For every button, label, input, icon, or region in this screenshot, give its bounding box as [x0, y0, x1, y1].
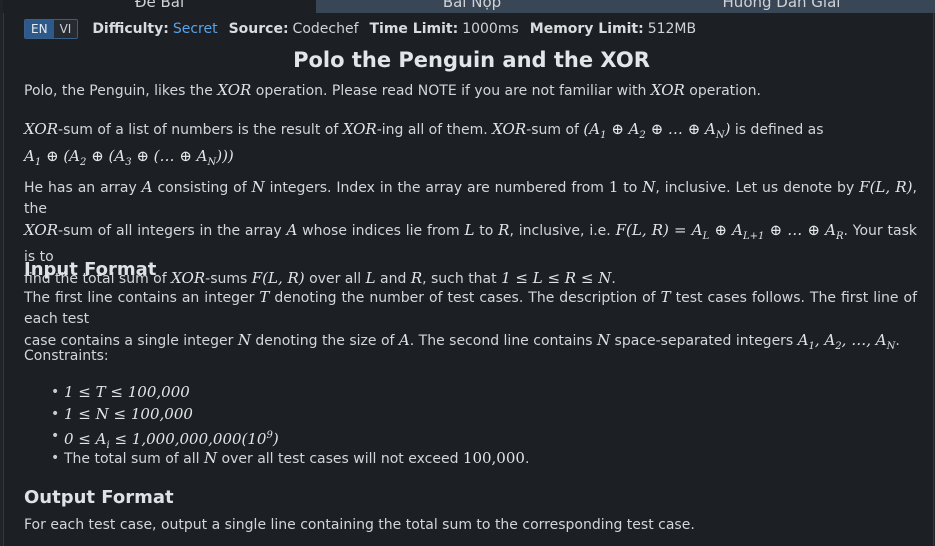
input-format-heading: Input Format [24, 259, 157, 280]
lang-vi-button[interactable]: VI [53, 20, 78, 38]
source-value: Codechef [292, 21, 359, 37]
tab-submissions[interactable]: Bài Nộp [316, 0, 628, 13]
output-format-paragraph: For each test case, output a single line… [24, 517, 695, 533]
intro-paragraph: Polo, the Penguin, likes the XOR operati… [24, 81, 761, 99]
source-label: Source: [228, 21, 289, 37]
constraint-item: 1 ≤ T ≤ 100,000 [51, 381, 529, 403]
constraints-label: Constraints: [24, 348, 109, 364]
difficulty-label: Difficulty: [92, 21, 169, 37]
memory-limit-label: Memory Limit: [529, 21, 644, 37]
problem-tabs: Đề Bài Bài Nộp Hướng Dẫn Giải [0, 0, 935, 13]
constraints-list: 1 ≤ T ≤ 100,000 1 ≤ N ≤ 100,000 0 ≤ Ai ≤… [24, 381, 529, 469]
language-switch: EN VI [24, 19, 79, 39]
problem-title: Polo the Penguin and the XOR [293, 48, 650, 72]
difficulty-value[interactable]: Secret [173, 21, 218, 37]
output-format-heading: Output Format [24, 487, 174, 508]
tab-editorial[interactable]: Hướng Dẫn Giải [628, 0, 935, 13]
xor-sum-definition: XOR-sum of a list of numbers is the resu… [24, 120, 824, 168]
problem-panel: EN VI Difficulty: Secret Source: Codeche… [3, 13, 934, 546]
array-paragraph: He has an array A consisting of N intege… [24, 178, 917, 287]
constraint-item: The total sum of all N over all test cas… [51, 447, 529, 469]
time-limit-label: Time Limit: [369, 21, 459, 37]
lang-en-button[interactable]: EN [25, 20, 54, 38]
constraint-item: 0 ≤ Ai ≤ 1,000,000,000(109) [51, 425, 529, 451]
memory-limit-value: 512MB [647, 21, 697, 37]
tab-statement[interactable]: Đề Bài [3, 0, 316, 13]
problem-meta: EN VI Difficulty: Secret Source: Codeche… [24, 18, 707, 40]
time-limit-value: 1000ms [462, 21, 519, 37]
constraint-item: 1 ≤ N ≤ 100,000 [51, 403, 529, 425]
